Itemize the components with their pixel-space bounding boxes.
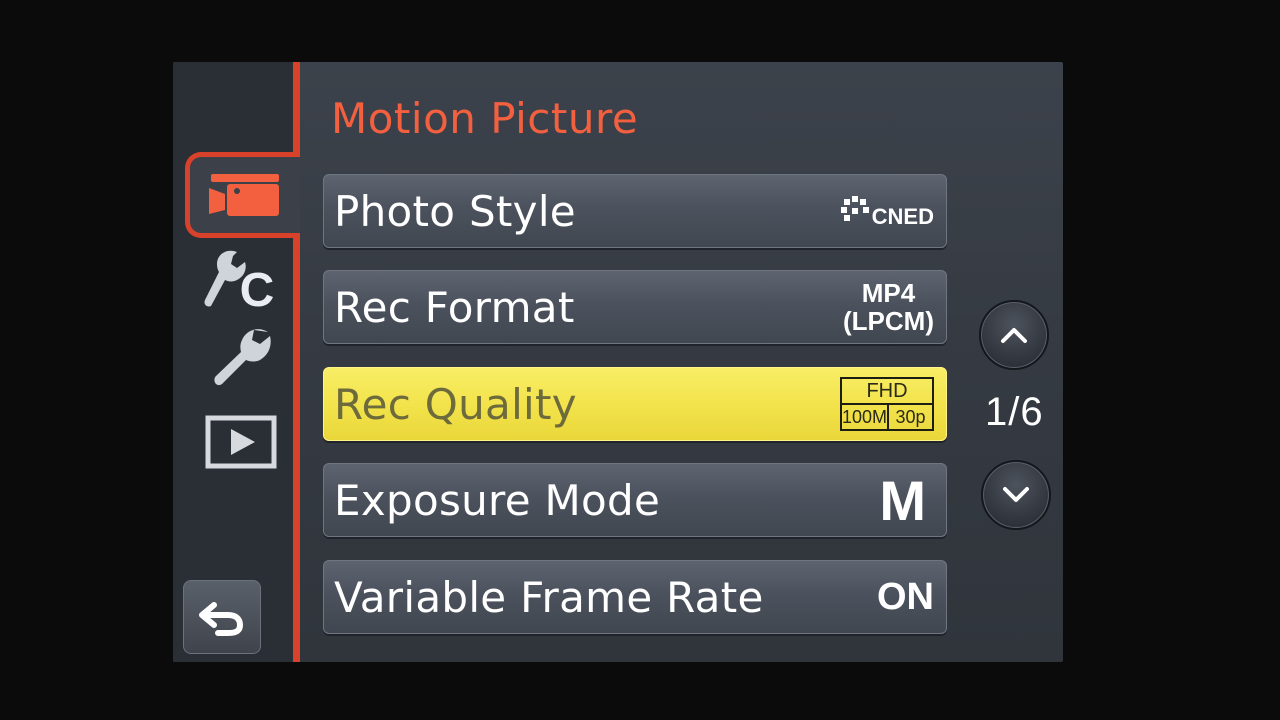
return-arrow-icon: [199, 602, 244, 636]
rec-quality-badge: FHD 100M 30p: [840, 377, 934, 431]
chevron-up-icon: [1001, 328, 1027, 343]
photo-style-value: CNED: [871, 204, 934, 229]
wrench-icon: [214, 329, 271, 386]
menu-item-rec-format[interactable]: Rec Format MP4 (LPCM): [323, 270, 947, 344]
tab-motion-picture[interactable]: [203, 168, 283, 226]
tab-playback[interactable]: [203, 412, 279, 472]
page-title: Motion Picture: [331, 94, 639, 143]
menu-item-rec-quality[interactable]: Rec Quality FHD 100M 30p: [323, 367, 947, 441]
scroll-down-button[interactable]: [981, 460, 1051, 530]
back-button[interactable]: [183, 580, 261, 654]
camera-menu-screen: C Motion Picture Photo Style CNED Rec Fo…: [173, 62, 1063, 662]
menu-item-value: CNED: [840, 194, 934, 228]
menu-item-label: Exposure Mode: [334, 475, 661, 525]
rec-format-container: MP4: [861, 278, 916, 308]
tab-setup[interactable]: [203, 324, 283, 394]
menu-item-label: Rec Quality: [334, 379, 577, 429]
tab-custom[interactable]: C: [199, 246, 289, 310]
playback-icon: [205, 415, 277, 469]
rec-quality-resolution: FHD: [842, 379, 932, 405]
menu-item-value: M: [879, 468, 926, 532]
menu-item-value: MP4 (LPCM): [843, 279, 934, 335]
scroll-up-button[interactable]: [979, 300, 1049, 370]
menu-item-value: ON: [877, 575, 934, 618]
menu-item-photo-style[interactable]: Photo Style CNED: [323, 174, 947, 248]
menu-item-exposure-mode[interactable]: Exposure Mode M: [323, 463, 947, 537]
svg-text:C: C: [240, 264, 275, 310]
custom-wrench-icon: C: [204, 250, 275, 310]
rec-quality-bitrate: 100M: [842, 406, 888, 427]
rec-format-audio: (LPCM): [843, 306, 934, 336]
menu-item-variable-frame-rate[interactable]: Variable Frame Rate ON: [323, 560, 947, 634]
rec-quality-framerate: 30p: [887, 405, 932, 429]
page-indicator: 1/6: [985, 390, 1044, 434]
menu-item-label: Photo Style: [334, 186, 576, 236]
video-camera-icon: [209, 174, 279, 216]
menu-item-label: Rec Format: [334, 282, 575, 332]
menu-item-label: Variable Frame Rate: [334, 572, 764, 622]
photo-style-icon: [840, 196, 869, 221]
chevron-down-icon: [1003, 487, 1029, 502]
